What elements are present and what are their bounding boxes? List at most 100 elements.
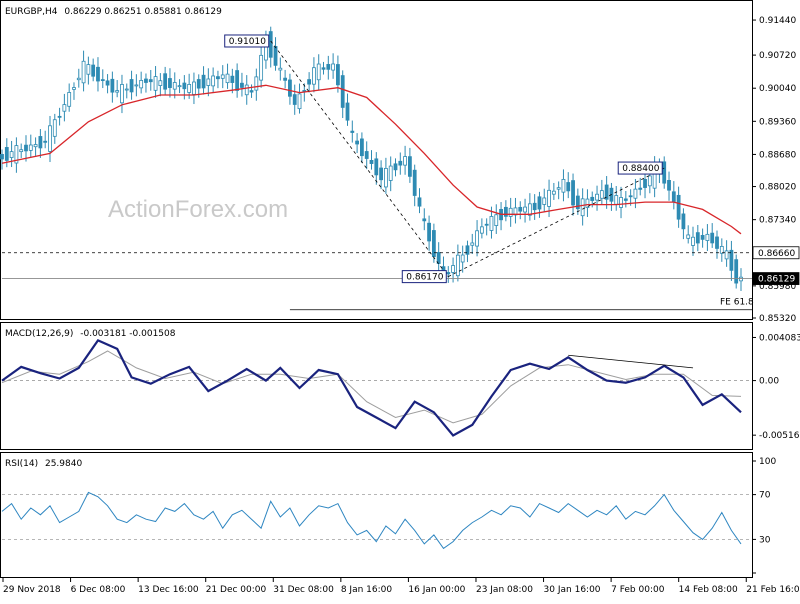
candle-body: [446, 272, 451, 275]
candle-body: [278, 67, 283, 71]
candle-body: [388, 165, 393, 181]
candle-body: [96, 66, 100, 82]
macd-panel-frame: [0, 322, 753, 450]
candle-body: [350, 130, 355, 133]
candle-body: [129, 79, 134, 93]
candle-body: [715, 236, 719, 249]
x-tick-label: 8 Jan 16:00: [341, 585, 393, 595]
candle-body: [484, 223, 489, 226]
candle-body: [475, 230, 479, 247]
candle-body: [67, 92, 72, 107]
candle-body: [336, 64, 340, 86]
x-tick-label: 16 Jan 00:00: [408, 585, 465, 595]
candle-body: [62, 104, 67, 112]
candle-body: [719, 246, 724, 254]
candle-body: [283, 77, 288, 81]
rsi-values: 25.9840: [45, 459, 82, 469]
candle-body: [571, 180, 575, 206]
x-tick-label: 30 Jan 16:00: [544, 585, 601, 595]
candle-body: [288, 79, 292, 97]
candle-body: [508, 207, 513, 217]
candle-body: [273, 46, 278, 66]
candle-body: [518, 206, 523, 212]
candle-body: [4, 147, 9, 161]
candle-body: [225, 73, 230, 84]
candle-body: [614, 195, 619, 205]
candle-body: [187, 84, 192, 93]
candle-body: [28, 144, 33, 151]
candle-body: [91, 64, 96, 77]
candle-body: [364, 151, 369, 159]
candle-body: [403, 156, 407, 166]
symbol-label: EURGBP,H4: [5, 7, 58, 17]
swing-label: 0.91010: [229, 37, 266, 47]
x-tick-label: 6 Dec 08:00: [71, 585, 126, 595]
candle-body: [163, 73, 168, 90]
candle-body: [120, 84, 124, 104]
candle-body: [192, 81, 196, 95]
candle-body: [700, 235, 705, 240]
candle-body: [321, 67, 326, 70]
candle-body: [551, 190, 556, 195]
candle-body: [532, 202, 537, 211]
rsi-header: RSI(14) 25.9840: [5, 459, 82, 469]
price-y-tick-label: 0.88020: [759, 183, 796, 193]
candle-body: [556, 187, 561, 190]
candle-body: [407, 156, 412, 177]
candle-body: [542, 197, 547, 205]
x-tick-label: 13 Dec 16:00: [138, 585, 199, 595]
candle-body: [374, 158, 379, 176]
candle-body: [503, 206, 508, 217]
candle-body: [216, 76, 220, 80]
candle-body: [72, 87, 76, 90]
candle-body: [417, 197, 422, 207]
price-y-tick-label: 0.89360: [759, 117, 796, 127]
candle-body: [489, 216, 494, 231]
macd-y-tick-label: 0.004083: [759, 333, 800, 343]
candle-body: [259, 54, 264, 81]
rsi-layer: [1, 491, 752, 550]
candle-body: [695, 232, 700, 244]
macd-header: MACD(12,26,9) -0.003181 -0.001508: [5, 329, 176, 339]
candle-body: [244, 84, 249, 96]
candle-body: [100, 79, 105, 82]
candle-body: [724, 250, 729, 260]
candle-body: [398, 160, 403, 166]
rsi-y-tick-label: 70: [759, 491, 771, 501]
ohlc-values: 0.86229 0.86251 0.85881 0.86129: [64, 7, 222, 17]
macd-y-tick-label: 0.00: [759, 377, 779, 387]
candle-body: [647, 175, 652, 187]
candle-body: [662, 161, 667, 184]
chart-container: ActionForex.com EURGBP,H4 0.86229 0.8625…: [0, 0, 800, 600]
candle-body: [383, 168, 388, 188]
macd-y-tick-label: -0.005169: [759, 431, 800, 441]
candle-body: [307, 79, 312, 85]
candle-body: [460, 254, 465, 263]
candle-body: [172, 82, 177, 90]
trendline: [270, 40, 449, 277]
candle-body: [734, 259, 739, 284]
candle-body: [580, 198, 585, 217]
candle-body: [595, 193, 599, 201]
rsi-title: RSI(14): [5, 459, 38, 469]
macd-divergence-line: [568, 354, 694, 369]
candle-body: [43, 140, 48, 143]
x-tick-label: 7 Feb 00:00: [611, 585, 665, 595]
candle-body: [144, 78, 148, 83]
price-y-tick-label: 0.90040: [759, 84, 796, 94]
candle-body: [355, 140, 360, 145]
candle-body: [206, 78, 211, 86]
candle-body: [455, 254, 460, 277]
candle-body: [86, 64, 91, 75]
candle-body: [710, 232, 715, 244]
candle-body: [158, 80, 163, 86]
candle-body: [412, 169, 417, 196]
candle-body: [240, 82, 244, 88]
candle-body: [153, 76, 158, 91]
candle-body: [81, 60, 86, 84]
swing-label: 0.88400: [622, 164, 659, 174]
candle-body: [561, 178, 566, 193]
candle-body: [369, 159, 374, 164]
candle-body: [211, 75, 216, 87]
fe-level-label: FE 61.8: [720, 298, 754, 308]
